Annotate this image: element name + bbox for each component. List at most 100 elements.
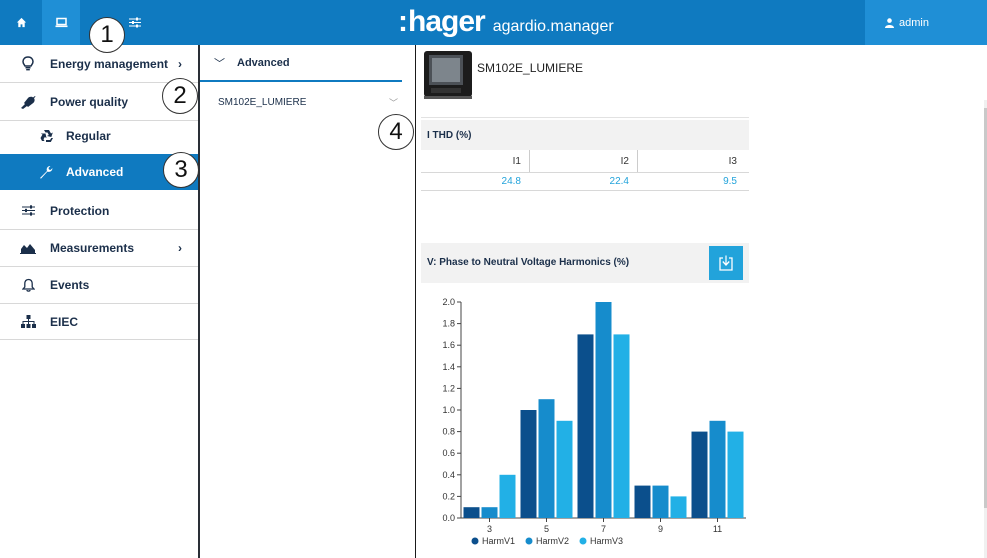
bar-harmv2-9 [652, 485, 669, 518]
ithd-value-i1: 24.8 [501, 175, 521, 187]
home-icon [16, 17, 26, 28]
app-name: agardio.manager [492, 18, 614, 35]
ithd-value-i3: 9.5 [723, 175, 737, 187]
download-icon [719, 255, 733, 271]
bar-harmv3-9 [670, 496, 687, 518]
ithd-value-i2: 22.4 [609, 175, 629, 187]
divider [421, 190, 749, 191]
sliders-icon [20, 203, 36, 219]
ithd-header-i3: I3 [728, 155, 737, 167]
sidebar-item-events[interactable]: Events [0, 266, 198, 303]
y-tick-label: 0.2 [442, 491, 455, 501]
bar-harmv3-7 [613, 334, 630, 518]
sidebar-item-label: Power quality [50, 94, 129, 109]
y-tick-label: 0.6 [442, 448, 455, 458]
y-tick-label: 1.0 [442, 405, 455, 415]
brand-logo: : hager agardio.manager [398, 5, 614, 39]
device-header: SM102E_LUMIERE [418, 45, 987, 100]
plug-icon [20, 94, 36, 110]
x-tick-label: 11 [713, 524, 722, 534]
harmonics-chart: 0.0 0.2 0.4 0.6 0.8 1.0 1.2 1.4 1.6 1.8 2.0 3 5 7 9 11 H… [442, 297, 746, 546]
bar-harmv3-5 [556, 420, 573, 518]
legend-swatch [525, 537, 533, 545]
divider [529, 150, 530, 172]
x-tick-label: 7 [601, 524, 606, 534]
x-tick-label: 5 [544, 524, 549, 534]
legend-label: HarmV3 [590, 536, 623, 546]
ithd-header-i1: I1 [512, 155, 521, 167]
legend-label: HarmV1 [482, 536, 515, 546]
sidebar-item-measurements[interactable]: Measurements › [0, 229, 198, 266]
logo-colon: : [398, 5, 408, 38]
bar-harmv1-3 [463, 507, 480, 518]
sidebar-item-regular[interactable]: Regular [0, 117, 198, 154]
bar-harmv1-5 [520, 410, 537, 518]
section-title: Advanced [237, 56, 290, 69]
monitor-button[interactable] [42, 0, 80, 45]
ithd-card: I THD (%) I1 I2 I3 24.8 22.4 9.5 [421, 120, 749, 192]
area-chart-icon [20, 240, 36, 256]
legend-swatch [579, 537, 587, 545]
divider [0, 339, 198, 340]
bar-harmv1-9 [634, 485, 651, 518]
user-menu[interactable]: admin [865, 0, 987, 45]
sidebar: Energy management › Power quality Regula… [0, 45, 200, 558]
sidebar-item-protection[interactable]: Protection [0, 192, 198, 229]
bar-harmv1-11 [691, 431, 708, 518]
sidebar-item-label: Measurements [50, 240, 135, 255]
logo-word: hager [408, 5, 486, 38]
sidebar-item-label: EIEC [50, 314, 79, 329]
bar-harmv1-7 [577, 334, 594, 518]
chevron-right-icon: › [178, 240, 182, 255]
download-button[interactable] [709, 246, 743, 280]
bar-harmv2-5 [538, 399, 555, 518]
callout-2: 2 [162, 78, 198, 114]
bar-harmv3-3 [499, 474, 516, 518]
y-tick-label: 1.2 [442, 383, 455, 393]
chevron-down-icon: ﹀ [388, 97, 398, 108]
callout-3: 3 [163, 152, 199, 188]
divider [637, 150, 638, 172]
y-tick-label: 0.4 [442, 470, 455, 480]
ithd-title: I THD (%) [421, 120, 749, 150]
legend-label: HarmV2 [536, 536, 569, 546]
chart-title: V: Phase to Neutral Voltage Harmonics (%… [427, 257, 630, 268]
callout-4: 4 [378, 114, 414, 150]
advanced-section-header[interactable]: ﹀ Advanced [200, 45, 402, 82]
device-select[interactable]: SM102E_LUMIERE ﹀ [218, 93, 402, 111]
device-name: SM102E_LUMIERE [477, 61, 584, 75]
monitor-icon [55, 17, 67, 28]
divider [421, 117, 749, 118]
bar-harmv2-11 [709, 420, 726, 518]
legend-swatch [471, 537, 479, 545]
sidebar-item-label: Events [50, 277, 90, 292]
top-bar: : hager agardio.manager admin [0, 0, 987, 45]
wrench-icon [38, 164, 54, 180]
bar-harmv3-11 [727, 431, 744, 518]
user-icon [885, 17, 894, 28]
lightbulb-icon [20, 56, 36, 72]
callout-1: 1 [89, 17, 125, 53]
y-tick-label: 1.4 [442, 362, 455, 372]
sliders-icon [129, 17, 141, 28]
x-tick-label: 3 [487, 524, 492, 534]
sidebar-item-label: Regular [66, 128, 111, 143]
home-button[interactable] [0, 0, 42, 45]
sitemap-icon [20, 314, 36, 330]
device-image [424, 51, 472, 99]
bar-harmv2-3 [481, 507, 498, 518]
y-tick-label: 0.8 [442, 427, 455, 437]
bar-harmv2-7 [595, 302, 612, 518]
sidebar-item-label: Advanced [66, 165, 124, 179]
device-select-value: SM102E_LUMIERE [218, 96, 307, 108]
sidebar-item-label: Energy management [50, 56, 169, 71]
ithd-header-i2: I2 [620, 155, 629, 167]
bell-icon [20, 277, 36, 293]
sidebar-item-eiec[interactable]: EIEC [0, 303, 198, 340]
y-tick-label: 1.6 [442, 340, 455, 350]
chevron-right-icon: › [178, 56, 182, 71]
chart-header: V: Phase to Neutral Voltage Harmonics (%… [421, 243, 749, 283]
recycle-icon [38, 128, 54, 144]
sidebar-item-label: Protection [50, 203, 110, 218]
y-tick-label: 2.0 [442, 297, 455, 307]
